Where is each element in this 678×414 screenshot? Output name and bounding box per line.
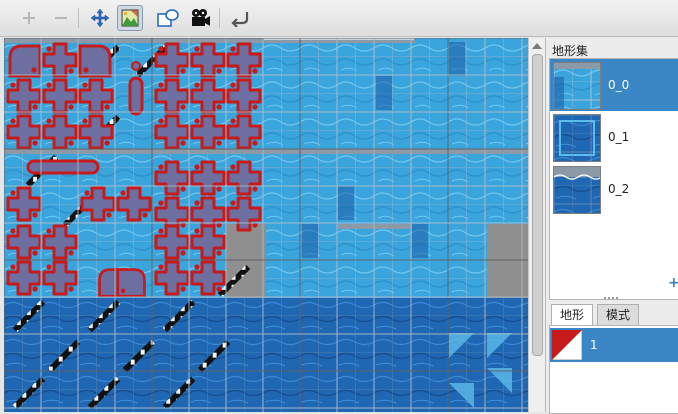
terrain-item-label: 0_0 — [608, 78, 630, 92]
panel-title: 地形集 — [552, 44, 589, 58]
move-arrows-icon[interactable] — [87, 5, 113, 31]
terrain-list[interactable]: 1 — [549, 325, 678, 414]
shape-overlay-icon[interactable] — [155, 5, 181, 31]
video-camera-icon[interactable] — [187, 5, 213, 31]
scroll-up-arrow-icon[interactable] — [532, 43, 542, 49]
terrain-thumbnail — [553, 166, 601, 214]
tab-bar: 地形 模式 — [549, 304, 678, 326]
add-icon[interactable] — [16, 5, 42, 31]
toolbar — [0, 0, 678, 37]
add-terrain-button[interactable]: + — [668, 276, 678, 290]
terrain-thumbnail — [553, 114, 601, 162]
terrain-list-item-label: 1 — [590, 338, 598, 352]
terrain-thumbnail — [553, 62, 601, 110]
terrain-item-0_2[interactable]: 0_2 — [550, 163, 678, 215]
terrain-list-item[interactable]: 1 — [550, 328, 678, 362]
tileset-canvas[interactable] — [4, 38, 529, 412]
terrain-item-0_0[interactable]: 0_0 — [550, 59, 678, 111]
panel-splitter[interactable] — [546, 296, 678, 300]
terrain-sets-panel: 地形集 0_0 0_1 0_2 + 地形 模式 1 — [545, 38, 678, 414]
terrain-image-icon[interactable] — [117, 5, 143, 31]
remove-icon[interactable] — [48, 5, 74, 31]
terrain-item-label: 0_2 — [608, 182, 630, 196]
terrain-item-label: 0_1 — [608, 130, 630, 144]
scrollbar-thumb[interactable] — [532, 54, 543, 356]
undo-arrow-icon[interactable] — [227, 5, 253, 31]
tab-pattern[interactable]: 模式 — [597, 304, 640, 325]
tileset-image[interactable] — [4, 38, 528, 412]
terrain-color-swatch — [552, 330, 582, 360]
terrain-set-list[interactable]: 0_0 0_1 0_2 — [549, 58, 678, 300]
tab-terrain[interactable]: 地形 — [551, 304, 594, 326]
vertical-scrollbar[interactable] — [528, 38, 545, 412]
terrain-item-0_1[interactable]: 0_1 — [550, 111, 678, 163]
